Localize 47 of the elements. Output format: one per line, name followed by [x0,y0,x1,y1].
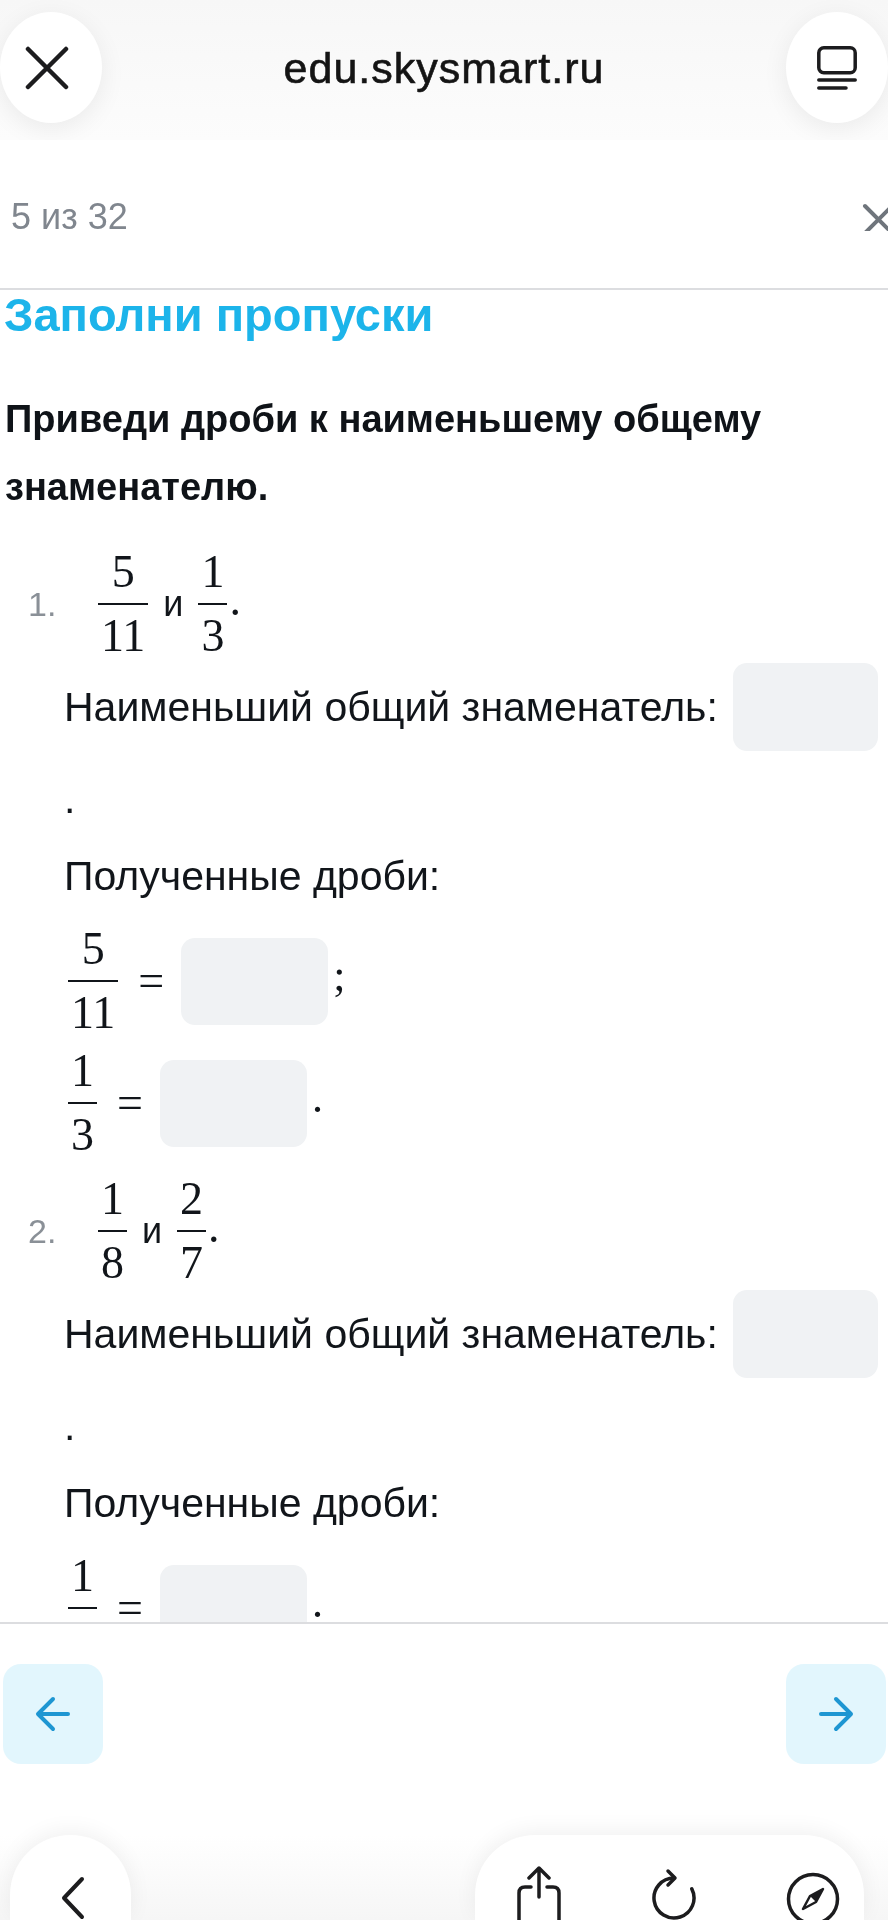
arrow-right-icon [818,1695,854,1733]
punctuation-text: . [229,577,241,623]
fraction-denominator: 3 [70,1108,95,1162]
tabs-icon [817,45,857,90]
punctuation-text: . [311,1581,323,1622]
conjunction-text: и [163,586,184,622]
task-title: Заполни пропуски [4,290,434,340]
punctuation-text: . [64,777,76,821]
fraction-numerator: 1 [70,1549,95,1603]
fraction-denominator: 8 [100,1236,125,1290]
fraction-denominator: 7 [179,1236,205,1290]
prompt-text: Наименьший общий знаменатель: [64,1310,718,1358]
list-number: 1. [28,587,58,621]
back-button[interactable] [10,1835,131,1920]
reload-icon[interactable] [650,1866,698,1920]
task-instruction: Приведи дроби к наименьшему общему знаменателю. [5,397,763,510]
fraction-numerator: 1 [70,1044,95,1098]
equals-sign: = [138,958,165,1004]
punctuation-text: . [311,1076,323,1120]
list-number: 2. [28,1214,58,1248]
arrow-left-icon [35,1695,71,1733]
close-icon[interactable] [862,203,888,231]
compass-icon[interactable] [786,1872,840,1920]
fraction-numerator: 1 [100,1172,125,1226]
next-button[interactable] [786,1664,886,1764]
equals-sign: = [117,1585,143,1622]
close-icon [25,45,69,90]
punctuation-text: . [64,1404,76,1448]
fraction-denominator: 3 [200,609,226,663]
prompt-text: Наименьший общий знаменатель: [64,683,718,731]
page-address: edu.skysmart.ru [283,43,605,94]
fraction-denominator: 11 [70,986,117,1040]
fraction-numerator: 2 [179,1172,205,1226]
conjunction-text: и [142,1213,163,1249]
equals-sign: = [117,1080,143,1126]
prompt-text: Полученные дроби: [64,854,441,898]
prompt-text: Полученные дроби: [64,1481,441,1525]
chevron-left-icon [59,1876,86,1920]
share-icon[interactable] [516,1866,562,1920]
fraction-numerator: 5 [110,545,136,599]
punctuation-text: . [208,1204,220,1250]
fraction-numerator: 1 [200,545,226,599]
fraction-numerator: 5 [80,922,106,976]
punctuation-text: ; [333,954,346,998]
progress-text: 5 из 32 [10,195,128,239]
fraction-denominator: 11 [100,609,147,663]
previous-button[interactable] [3,1664,103,1764]
